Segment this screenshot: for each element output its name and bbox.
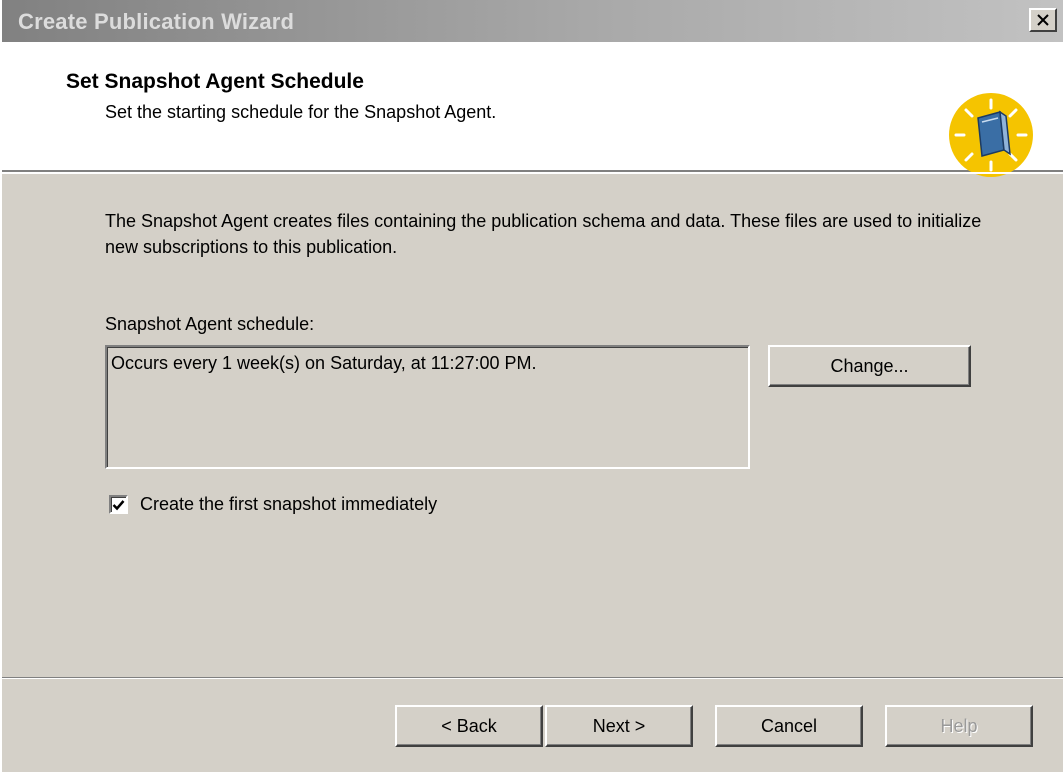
cancel-button[interactable]: Cancel [715,705,863,747]
window-title: Create Publication Wizard [18,9,295,34]
schedule-label: Snapshot Agent schedule: [105,314,315,334]
description-text: The Snapshot Agent creates files contain… [105,211,982,257]
next-button[interactable]: Next > [545,705,693,747]
create-snapshot-checkbox[interactable] [109,495,128,514]
page-subtitle: Set the starting schedule for the Snapsh… [105,102,497,122]
close-icon [1037,14,1049,26]
change-button[interactable]: Change... [768,345,971,387]
title-bar[interactable]: Create Publication Wizard [2,0,1063,42]
checkmark-icon [112,499,125,510]
close-button[interactable] [1029,8,1057,32]
back-button[interactable]: < Back [395,705,543,747]
schedule-display: Occurs every 1 week(s) on Saturday, at 1… [105,345,750,469]
wizard-header: Set Snapshot Agent Schedule Set the star… [2,42,1063,177]
book-sunburst-icon [949,93,1033,177]
schedule-value: Occurs every 1 week(s) on Saturday, at 1… [111,353,537,373]
page-title: Set Snapshot Agent Schedule [66,70,364,93]
create-snapshot-label[interactable]: Create the first snapshot immediately [140,494,437,515]
footer-divider [2,677,1063,679]
wizard-window: Create Publication Wizard Set Snapshot A… [0,0,1063,772]
help-button[interactable]: Help [885,705,1033,747]
